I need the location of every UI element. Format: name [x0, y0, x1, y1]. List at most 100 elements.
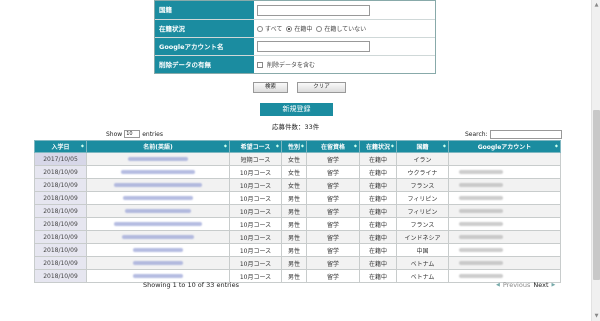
previous-button[interactable]: Previous: [503, 281, 530, 289]
new-registration-button[interactable]: 新規登録: [260, 103, 333, 116]
radio-selected-icon: [286, 25, 293, 32]
name-cell: [86, 230, 230, 244]
table-cell: 在籍中: [359, 217, 397, 231]
sort-icon: ◆: [223, 143, 227, 148]
radio-enrolled[interactable]: 在籍中: [286, 24, 312, 33]
table-row[interactable]: 2018/10/09 10月コース 男性 留学 在籍中 ベトナム: [34, 269, 561, 283]
redacted-name[interactable]: [133, 247, 183, 252]
google-account-cell: [448, 217, 561, 231]
redacted-name[interactable]: [114, 182, 202, 187]
pagination: ◀ Previous Next ▶: [496, 281, 555, 289]
table-cell: ベトナム: [396, 269, 449, 283]
page-length-select[interactable]: 10: [124, 130, 141, 138]
search-button[interactable]: 検索: [253, 82, 288, 93]
redacted-name[interactable]: [123, 195, 193, 200]
table-cell: 留学: [306, 243, 360, 257]
nationality-input[interactable]: [257, 4, 370, 16]
radio-all[interactable]: すべて: [257, 24, 282, 33]
column-header[interactable]: 性別 ◆: [281, 140, 307, 153]
table-cell: 男性: [281, 230, 307, 244]
table-cell: 10月コース: [229, 230, 282, 244]
table-cell: 中国: [396, 243, 449, 257]
filter-row-google: Googleアカウント名: [155, 37, 435, 55]
filter-row-nationality: 国籍: [155, 1, 435, 19]
table-row[interactable]: 2018/10/09 10月コース 男性 留学 在籍中 中国: [34, 243, 561, 257]
column-header[interactable]: 名前(英語) ◆: [86, 140, 230, 153]
sort-icon: ◆: [275, 143, 279, 148]
page-length-control: Show 10 entries: [106, 130, 164, 138]
table-cell: 在籍中: [359, 178, 397, 192]
name-cell: [86, 165, 230, 179]
enrollment-date-cell: 2017/10/05: [34, 152, 87, 166]
redacted-email: [459, 182, 503, 187]
redacted-name[interactable]: [122, 234, 194, 239]
table-row[interactable]: 2017/10/05 短期コース 女性 留学 在籍中 イラン: [34, 152, 561, 166]
column-header[interactable]: 希望コース ◆: [229, 140, 282, 153]
radio-icon: [316, 25, 323, 32]
table-cell: 女性: [281, 178, 307, 192]
table-cell: 10月コース: [229, 243, 282, 257]
table-cell: 短期コース: [229, 152, 282, 166]
google-account-cell: [448, 191, 561, 205]
table-cell: 留学: [306, 152, 360, 166]
table-cell: 留学: [306, 269, 360, 283]
vertical-scrollbar[interactable]: ▲ ▼: [591, 0, 600, 321]
redacted-name[interactable]: [114, 221, 202, 226]
clear-button[interactable]: クリア: [297, 82, 346, 93]
table-cell: ベトナム: [396, 256, 449, 270]
table-row[interactable]: 2018/10/09 10月コース 女性 留学 在籍中 ウクライナ: [34, 165, 561, 179]
enrollment-date-cell: 2018/10/09: [34, 217, 87, 231]
filter-label: 削除データの有無: [155, 56, 254, 73]
name-cell: [86, 256, 230, 270]
redacted-name[interactable]: [133, 273, 183, 278]
table-cell: イラン: [396, 152, 449, 166]
name-cell: [86, 191, 230, 205]
include-deleted-checkbox[interactable]: [257, 61, 263, 68]
students-table: 入学日 ◆ 名前(英語) ◆ 希望コース ◆ 性別 ◆ 在留資格 ◆ 在籍状況 ◆ 国籍 ◆ Googleア…: [34, 140, 561, 283]
column-header[interactable]: 在籍状況 ◆: [359, 140, 397, 153]
redacted-name[interactable]: [125, 208, 191, 213]
sort-icon: ◆: [353, 143, 357, 148]
table-row[interactable]: 2018/10/09 10月コース 男性 留学 在籍中 フランス: [34, 217, 561, 231]
redacted-email: [459, 260, 503, 265]
table-cell: 男性: [281, 256, 307, 270]
table-cell: 在籍中: [359, 256, 397, 270]
table-search-input[interactable]: [489, 130, 562, 139]
column-header[interactable]: 国籍 ◆: [396, 140, 449, 153]
table-cell: 在籍中: [359, 243, 397, 257]
name-cell: [86, 204, 230, 218]
next-button[interactable]: Next: [533, 281, 548, 289]
table-row[interactable]: 2018/10/09 10月コース 男性 留学 在籍中 ベトナム: [34, 256, 561, 270]
scroll-up-icon[interactable]: ▲: [592, 0, 600, 10]
table-info: Showing 1 to 10 of 33 entries: [143, 281, 239, 289]
sort-icon: ◆: [80, 143, 84, 148]
table-row[interactable]: 2018/10/09 10月コース 男性 留学 在籍中 フィリピン: [34, 191, 561, 205]
column-header[interactable]: Googleアカウント ◆: [448, 140, 561, 153]
table-cell: 男性: [281, 191, 307, 205]
scroll-thumb[interactable]: [593, 110, 600, 280]
radio-not-enrolled[interactable]: 在籍していない: [316, 24, 366, 33]
google-account-input[interactable]: [257, 41, 370, 52]
enrollment-date-cell: 2018/10/09: [34, 165, 87, 179]
name-cell: [86, 152, 230, 166]
redacted-email: [459, 169, 503, 174]
enrollment-date-cell: 2018/10/09: [34, 204, 87, 218]
table-row[interactable]: 2018/10/09 10月コース 男性 留学 在籍中 インドネシア: [34, 230, 561, 244]
table-cell: インドネシア: [396, 230, 449, 244]
google-account-cell: [448, 204, 561, 218]
redacted-name[interactable]: [133, 260, 183, 265]
table-cell: 在籍中: [359, 230, 397, 244]
table-row[interactable]: 2018/10/09 10月コース 女性 留学 在籍中 フランス: [34, 178, 561, 192]
table-cell: 在籍中: [359, 269, 397, 283]
table-cell: 留学: [306, 204, 360, 218]
table-cell: 男性: [281, 269, 307, 283]
redacted-name[interactable]: [121, 169, 195, 174]
table-cell: 留学: [306, 256, 360, 270]
table-cell: 留学: [306, 230, 360, 244]
scroll-down-icon[interactable]: ▼: [592, 311, 600, 321]
redacted-name[interactable]: [128, 156, 188, 161]
column-header[interactable]: 入学日 ◆: [34, 140, 87, 153]
table-row[interactable]: 2018/10/09 10月コース 男性 留学 在籍中 フィリピン: [34, 204, 561, 218]
column-header[interactable]: 在留資格 ◆: [306, 140, 360, 153]
sort-icon: ◆: [442, 143, 446, 148]
